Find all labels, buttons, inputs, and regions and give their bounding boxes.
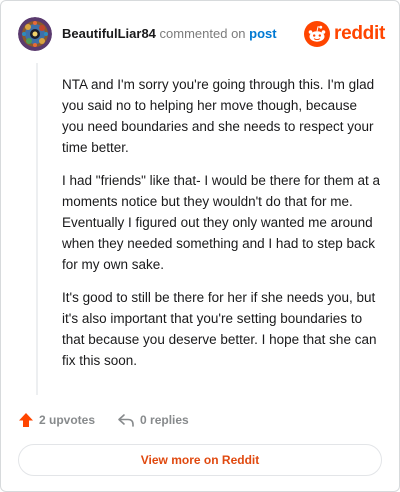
comment-paragraph: NTA and I'm sorry you're going through t… — [62, 77, 375, 155]
thread-line[interactable] — [36, 63, 38, 395]
username-link[interactable]: BeautifulLiar84 — [62, 26, 156, 41]
upvote-count: 2 upvotes — [39, 413, 96, 427]
view-more-button[interactable]: View more on Reddit — [18, 444, 382, 476]
embedded-comment-card: BeautifulLiar84 commented on post reddit… — [0, 0, 400, 492]
comment-actions: 2 upvotes 0 replies — [18, 410, 211, 430]
comment-body: NTA and I'm sorry you're going through t… — [62, 74, 382, 383]
comment-meta: BeautifulLiar84 commented on post — [62, 26, 277, 42]
action-text: commented on — [159, 26, 246, 41]
upvote-button[interactable]: 2 upvotes — [18, 412, 95, 428]
reddit-snoo-icon — [304, 21, 331, 47]
comment-paragraph: I had "friends" like that- I would be th… — [62, 173, 381, 272]
reply-count: 0 replies — [140, 413, 189, 427]
reply-arrow-icon — [118, 414, 134, 427]
upvote-arrow-icon — [19, 413, 33, 427]
reddit-logo[interactable]: reddit — [304, 20, 385, 48]
replies-button[interactable]: 0 replies — [117, 412, 189, 428]
reddit-wordmark: reddit — [334, 23, 385, 44]
post-link[interactable]: post — [249, 26, 276, 41]
comment-paragraph: It's good to still be there for her if s… — [62, 290, 377, 368]
user-avatar-icon[interactable] — [18, 17, 52, 51]
comment-header: BeautifulLiar84 commented on post reddit — [18, 17, 385, 51]
